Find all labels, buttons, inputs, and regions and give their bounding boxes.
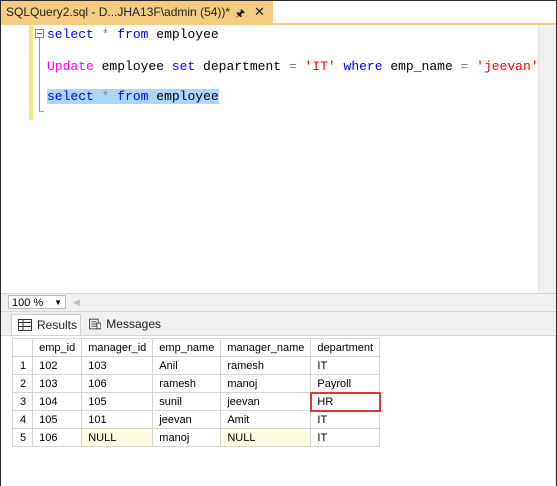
column-header[interactable]: manager_name — [220, 338, 312, 357]
grid-cell[interactable]: ramesh — [220, 356, 312, 375]
code-token: 'jeevan' — [476, 59, 539, 74]
code-text: select * from employee — [47, 89, 219, 104]
grid-header-row: emp_id manager_id emp_name manager_name … — [11, 338, 381, 357]
code-token: set — [171, 59, 196, 74]
row-number[interactable]: 4 — [11, 410, 34, 429]
grid-cell[interactable]: 103 — [32, 374, 83, 393]
code-line-2[interactable]: Update employee set department = 'IT' wh… — [47, 58, 539, 75]
editor-vertical-scrollbar[interactable] — [538, 25, 556, 293]
highlighted-cell[interactable]: HR — [309, 391, 381, 412]
grid-cell[interactable]: jeevan — [152, 410, 222, 429]
grid-cell[interactable]: 106 — [32, 428, 83, 447]
zoom-select[interactable]: 100 % ▼ — [8, 295, 66, 309]
grid-cell[interactable]: 103 — [81, 356, 154, 375]
code-token: select — [47, 27, 94, 42]
code-token: department — [195, 59, 289, 74]
grid-cell[interactable]: IT — [310, 428, 381, 447]
grid-icon — [18, 319, 32, 331]
row-number[interactable]: 1 — [11, 356, 34, 375]
chevron-down-icon: ▼ — [54, 298, 62, 307]
grid-cell[interactable]: Anil — [152, 356, 222, 375]
code-token: = — [288, 59, 297, 74]
grid-cell[interactable]: 101 — [81, 410, 154, 429]
grid-cell[interactable]: Payroll — [310, 374, 381, 393]
grid-cell[interactable]: manoj — [152, 428, 222, 447]
code-token: Update — [47, 59, 94, 74]
change-tracking-bar — [29, 25, 33, 120]
outline-tick — [39, 111, 44, 112]
row-number[interactable]: 3 — [11, 392, 34, 411]
messages-icon — [89, 318, 102, 330]
tab-messages-label: Messages — [106, 317, 161, 331]
column-header[interactable]: department — [310, 338, 381, 357]
grid-cell[interactable]: 105 — [32, 410, 83, 429]
query-editor[interactable]: select * from employee Update employee s… — [1, 25, 556, 293]
code-token: 'IT' — [304, 59, 336, 74]
table-row: 5 106 NULL manoj NULL IT — [11, 428, 381, 447]
code-token: employee — [148, 89, 219, 104]
scroll-left-icon[interactable]: ◀ — [73, 297, 80, 308]
code-token: from — [117, 27, 149, 42]
zoom-value: 100 % — [12, 297, 44, 309]
grid-cell[interactable]: 106 — [81, 374, 154, 393]
column-header[interactable]: emp_id — [32, 338, 83, 357]
code-token: where — [343, 59, 383, 74]
grid-cell[interactable]: IT — [310, 410, 381, 429]
grid-cell[interactable]: 102 — [32, 356, 83, 375]
grid-cell[interactable]: jeevan — [220, 392, 312, 411]
row-number[interactable]: 2 — [11, 374, 34, 393]
results-grid-area: emp_id manager_id emp_name manager_name … — [1, 335, 556, 486]
grid-cell[interactable]: 104 — [32, 392, 83, 411]
row-number[interactable]: 5 — [11, 428, 34, 447]
table-row: 2 103 106 ramesh manoj Payroll — [11, 374, 381, 393]
tab-results[interactable]: Results — [11, 314, 81, 335]
null-cell[interactable]: NULL — [220, 428, 312, 447]
code-token: from — [117, 89, 149, 104]
code-line-1[interactable]: select * from employee — [47, 26, 219, 43]
grid-cell[interactable]: manoj — [220, 374, 312, 393]
code-text: select * from employee — [47, 27, 219, 42]
query-tab-title: SQLQuery2.sql - D...JHA13F\admin (54))* — [6, 5, 231, 19]
code-line-3[interactable]: select * from employee — [47, 88, 219, 105]
grid-cell[interactable]: ramesh — [152, 374, 222, 393]
code-token: employee — [93, 59, 172, 74]
editor-gutter — [1, 25, 29, 293]
grid-cell[interactable]: IT — [310, 356, 381, 375]
code-token: select — [47, 89, 94, 104]
code-token: emp_name — [382, 59, 461, 74]
tab-results-label: Results — [37, 318, 78, 332]
grid-cell[interactable]: sunil — [152, 392, 222, 411]
query-tab[interactable]: SQLQuery2.sql - D...JHA13F\admin (54))* … — [1, 1, 273, 23]
outline-line — [39, 38, 40, 112]
code-text: Update employee set department = 'IT' wh… — [47, 59, 539, 74]
grid-cell[interactable]: Amit — [220, 410, 312, 429]
collapse-icon[interactable] — [35, 29, 44, 38]
grid-cell[interactable]: 105 — [81, 392, 154, 411]
grid-scroll-edge — [555, 336, 556, 486]
results-tab-bar: Results Messages — [1, 311, 556, 336]
sql-editor-window: SQLQuery2.sql - D...JHA13F\admin (54))* … — [0, 0, 557, 486]
null-cell[interactable]: NULL — [81, 428, 154, 447]
column-header[interactable]: emp_name — [152, 338, 222, 357]
pin-icon[interactable]: 🖈 — [235, 5, 245, 24]
grid-corner-cell[interactable] — [11, 338, 34, 357]
zoom-bar: 100 % ▼ ◀ — [1, 293, 556, 311]
table-row: 1 102 103 Anil ramesh IT — [11, 356, 381, 375]
code-token: employee — [148, 27, 219, 42]
document-tab-strip: SQLQuery2.sql - D...JHA13F\admin (54))* … — [1, 1, 556, 25]
tab-messages[interactable]: Messages — [83, 314, 161, 334]
close-icon[interactable]: ✕ — [254, 4, 265, 20]
table-row: 3 104 105 sunil jeevan HR — [11, 391, 381, 412]
results-grid[interactable]: emp_id manager_id emp_name manager_name … — [11, 338, 381, 447]
table-row: 4 105 101 jeevan Amit IT — [11, 410, 381, 429]
column-header[interactable]: manager_id — [81, 338, 154, 357]
